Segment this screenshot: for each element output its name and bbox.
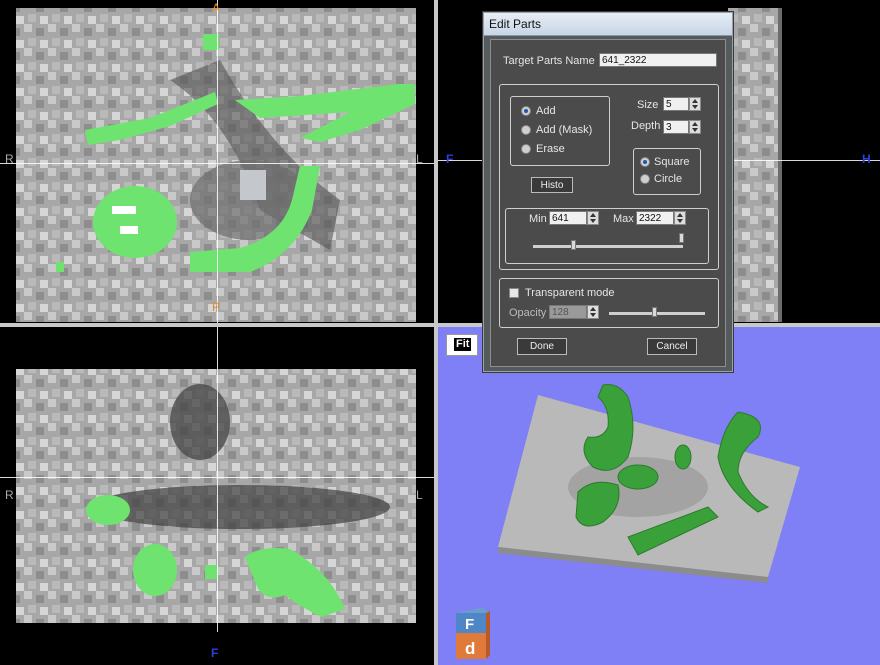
vertical-divider[interactable] — [434, 0, 438, 665]
cube-top-letter: F — [465, 616, 474, 633]
min-spinner[interactable] — [587, 211, 599, 225]
cancel-button[interactable]: Cancel — [647, 338, 697, 355]
shape-square-radio[interactable] — [640, 157, 650, 167]
depth-field[interactable]: 3 — [663, 120, 689, 134]
edit-parts-dialog: Edit Parts Target Parts Name 641_2322 Ad… — [483, 12, 733, 372]
axial-top-label: A — [212, 1, 221, 15]
range-slider-min-thumb[interactable] — [571, 240, 576, 250]
max-label: Max — [613, 213, 634, 225]
coronal-left-label: R — [5, 488, 14, 502]
min-field[interactable]: 641 — [549, 211, 587, 225]
range-slider-max-thumb[interactable] — [679, 233, 684, 243]
coronal-right-label: L — [416, 488, 423, 502]
dialog-body: Target Parts Name 641_2322 Add Add (Mask… — [490, 39, 726, 367]
sagittal-left-label: F — [446, 152, 454, 166]
opacity-slider-thumb[interactable] — [652, 307, 657, 317]
shape-circle-radio[interactable] — [640, 174, 650, 184]
horizontal-divider[interactable] — [0, 323, 880, 327]
mode-erase-radio[interactable] — [521, 144, 531, 154]
transparent-mode-checkbox[interactable] — [509, 288, 519, 298]
target-parts-name-field[interactable]: 641_2322 — [599, 53, 717, 67]
target-parts-name-label: Target Parts Name — [503, 55, 595, 67]
axial-left-label: R — [5, 152, 14, 166]
range-slider-track[interactable] — [533, 245, 683, 248]
size-spinner[interactable] — [689, 97, 701, 111]
3d-view[interactable] — [438, 327, 880, 665]
cube-front-letter: d — [465, 639, 475, 658]
max-spinner[interactable] — [674, 211, 686, 225]
sagittal-right-label: H — [862, 152, 871, 166]
opacity-label: Opacity — [509, 307, 547, 319]
fit-button[interactable]: Fit — [446, 334, 478, 356]
transparent-mode-label: Transparent mode — [525, 287, 615, 299]
mode-erase-label: Erase — [536, 143, 565, 155]
max-field[interactable]: 2322 — [636, 211, 674, 225]
mode-add-radio[interactable] — [521, 106, 531, 116]
shape-square-label: Square — [654, 156, 690, 168]
coronal-view[interactable]: R L F — [0, 327, 434, 665]
depth-spinner[interactable] — [689, 120, 701, 134]
size-label: Size — [637, 99, 659, 111]
axial-bottom-label: P — [212, 300, 221, 314]
3d-render — [498, 384, 800, 583]
orientation-cube: F d — [456, 607, 490, 659]
axial-view[interactable]: A P R L — [0, 0, 434, 323]
mode-add-label: Add — [536, 105, 556, 117]
coronal-crosshair-vertical — [217, 327, 218, 632]
coronal-bottom-label: F — [211, 646, 219, 660]
mode-add-mask-radio[interactable] — [521, 125, 531, 135]
axial-right-label: L — [416, 152, 423, 166]
mode-add-mask-label: Add (Mask) — [536, 124, 593, 136]
opacity-field[interactable]: 128 — [549, 305, 587, 319]
size-field[interactable]: 5 — [663, 97, 689, 111]
dialog-title[interactable]: Edit Parts — [484, 13, 732, 36]
opacity-spinner[interactable] — [587, 305, 599, 319]
opacity-slider-track[interactable] — [609, 312, 705, 315]
min-label: Min — [529, 213, 547, 225]
shape-circle-label: Circle — [654, 173, 683, 185]
done-button[interactable]: Done — [517, 338, 567, 355]
crosshair-vertical — [217, 0, 218, 323]
histo-button[interactable]: Histo — [531, 177, 573, 193]
transparency-group — [499, 278, 719, 328]
depth-label: Depth — [631, 120, 661, 132]
